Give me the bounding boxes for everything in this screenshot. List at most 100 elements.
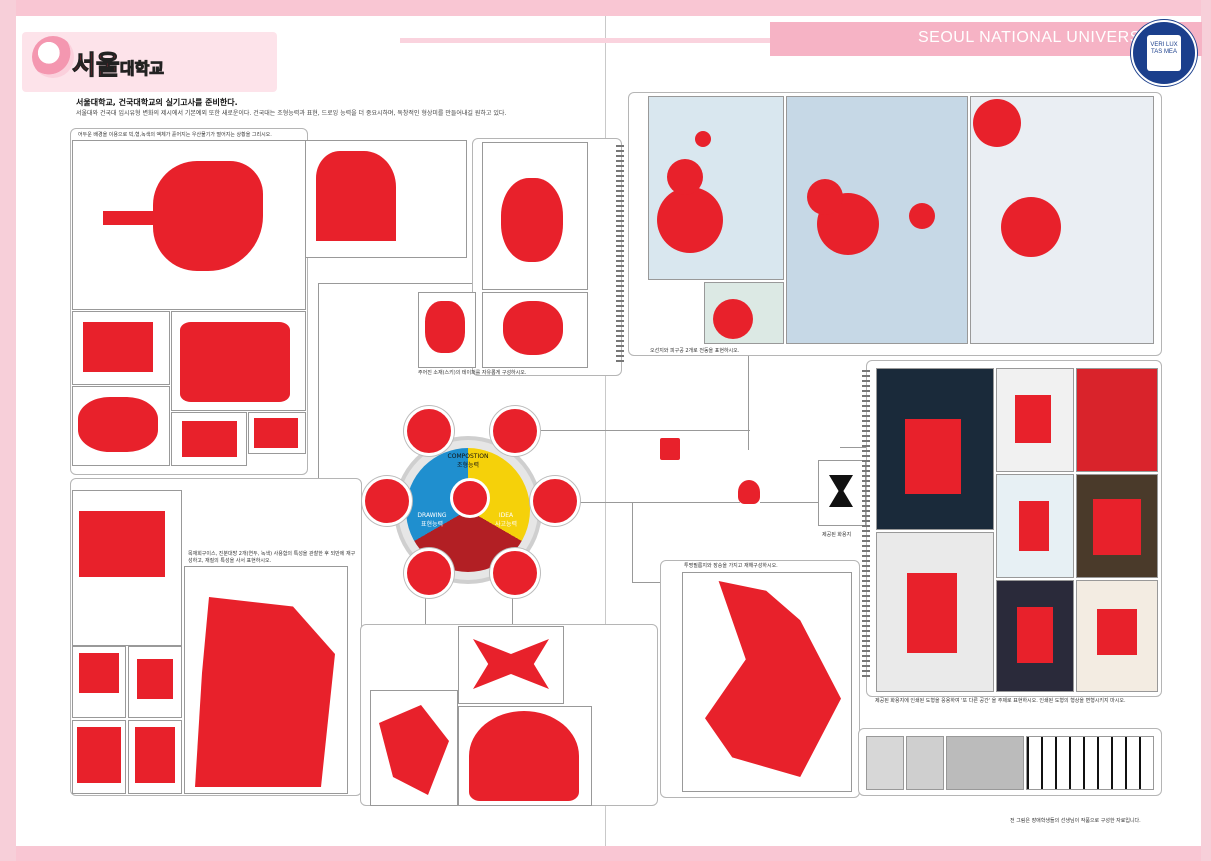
diagram-node [530,476,580,526]
artwork-thumbnail [946,736,1024,790]
magazine-spread: SEOUL NATIONAL UNIVERSITY VERI LUX TAS M… [0,0,1211,861]
artwork-thumbnail [72,646,126,718]
drawing-en: DRAWING [417,512,447,519]
redacted-region [667,159,703,195]
provided-paper-thumbnail [818,460,866,526]
artwork-thumbnail-selected[interactable] [184,566,348,794]
connector-line [560,502,740,503]
footer-tagline: Designed Art Academy [34,833,75,838]
artwork-thumbnail [418,292,476,368]
print-shape [829,475,853,507]
artwork-thumbnail [1026,736,1154,790]
composition-label: COMPOSTION 조형능력 [444,453,492,469]
artwork-thumbnail [704,282,784,344]
lightbulb-icon [738,480,760,504]
caption-mid-center: 목재희구이스, 진분대방 2개(연두, 녹색) 사용함의 특성을 관찰한 후 되… [188,551,356,564]
connector-line [632,582,662,583]
redacted-region [1015,395,1051,443]
redacted-region [316,151,396,241]
redacted-region [1001,197,1061,257]
idea-label: IDEA 사고능력 [484,512,528,528]
artwork-thumbnail [248,412,306,454]
redacted-region [807,179,843,215]
artwork-thumbnail [72,311,170,385]
redacted-region [79,511,165,577]
footer-brand-name: CLiCK Jeonwon [34,822,111,833]
idea-en: IDEA [498,512,514,519]
top-border [0,0,1211,16]
artwork-thumbnail [996,474,1074,578]
footer-note: 전 그림은 장애학생들의 선생님이 작품으로 구성한 자료입니다. [1010,818,1141,824]
artwork-thumbnail [970,96,1154,344]
artwork-thumbnail [171,311,306,411]
artwork-thumbnail [682,572,852,792]
artwork-thumbnail [72,386,170,466]
intro-body: 서울대와 건국대 입시유형 변화의 제시에서 기본예외 또한 새로운이다. 건국… [76,110,507,117]
title-small: 대학교 [119,59,165,79]
idea-kr: 사고능력 [494,521,518,528]
redacted-region [254,418,298,448]
redacted-region [83,322,153,372]
redacted-region [473,639,549,689]
redacted-region [195,597,335,787]
artwork-thumbnail [996,580,1074,692]
redacted-region [705,581,841,777]
redacted-region [905,419,961,494]
binder-spiral [616,145,624,365]
redacted-region [657,187,723,253]
redacted-region [501,178,563,262]
artwork-thumbnail [786,96,968,344]
redacted-region [973,99,1021,147]
caption-provided: 제공된 화용지 [822,532,852,538]
caption-top-right: 오선지와 피구공 2개로 전동을 표현하시오. [650,348,740,354]
diagram-node [404,548,454,598]
footer-brand: CLiCK Jeonwon Designed Art Academy [34,822,111,838]
redacted-region [137,659,173,699]
diagram-node [490,548,540,598]
artwork-thumbnail [876,368,994,530]
artwork-thumbnail [482,292,588,368]
gift-icon [660,438,680,460]
redacted-region [78,397,158,452]
redacted-region [503,301,563,355]
artwork-thumbnail [996,368,1074,472]
artwork-thumbnail [866,736,904,790]
caption-mid-left: 주어진 소재(스키)의 테이퍼를 자유롭게 구성하시오. [418,370,527,376]
connector-line [318,283,478,284]
redacted-region [135,727,175,783]
artwork-thumbnail [458,706,592,806]
caption-right-lower: 제공된 화용지에 인쇄된 도형을 응용하여 '또 다른 공간' 을 주제로 표현… [875,698,1126,704]
diagram-node [490,406,540,456]
intro-title: 서울대학교, 건국대학교의 실기고사를 준비한다. [76,98,238,107]
redacted-region [79,653,119,693]
artwork-thumbnail [458,626,564,704]
diagram-node [404,406,454,456]
artwork-thumbnail [1076,368,1158,472]
diagram-node [362,476,412,526]
artwork-thumbnail [171,412,247,466]
connector-line [540,430,750,431]
redacted-region [907,573,957,653]
composition-kr: 조형능력 [456,462,480,469]
redacted-region [379,705,449,795]
redacted-region [1093,499,1141,555]
artwork-thumbnail [482,142,588,290]
drawing-kr: 표현능력 [420,521,444,528]
redacted-region [77,727,121,783]
redacted-region [695,131,711,147]
artwork-thumbnail [1076,580,1158,692]
center-node [450,478,490,518]
artwork-thumbnail [72,140,306,310]
connector-line [760,502,818,503]
artwork-thumbnail [1076,474,1158,578]
seal-motto: VERI LUX TAS MEA [1150,42,1178,55]
composition-en: COMPOSTION [447,453,489,460]
redacted-region [1017,607,1053,663]
connector-line [632,502,633,582]
binder-spiral [862,370,870,680]
redacted-region [713,299,753,339]
right-border [1201,0,1211,861]
artwork-thumbnail [370,690,458,806]
redacted-region [469,711,579,801]
artwork-thumbnail [648,96,784,280]
